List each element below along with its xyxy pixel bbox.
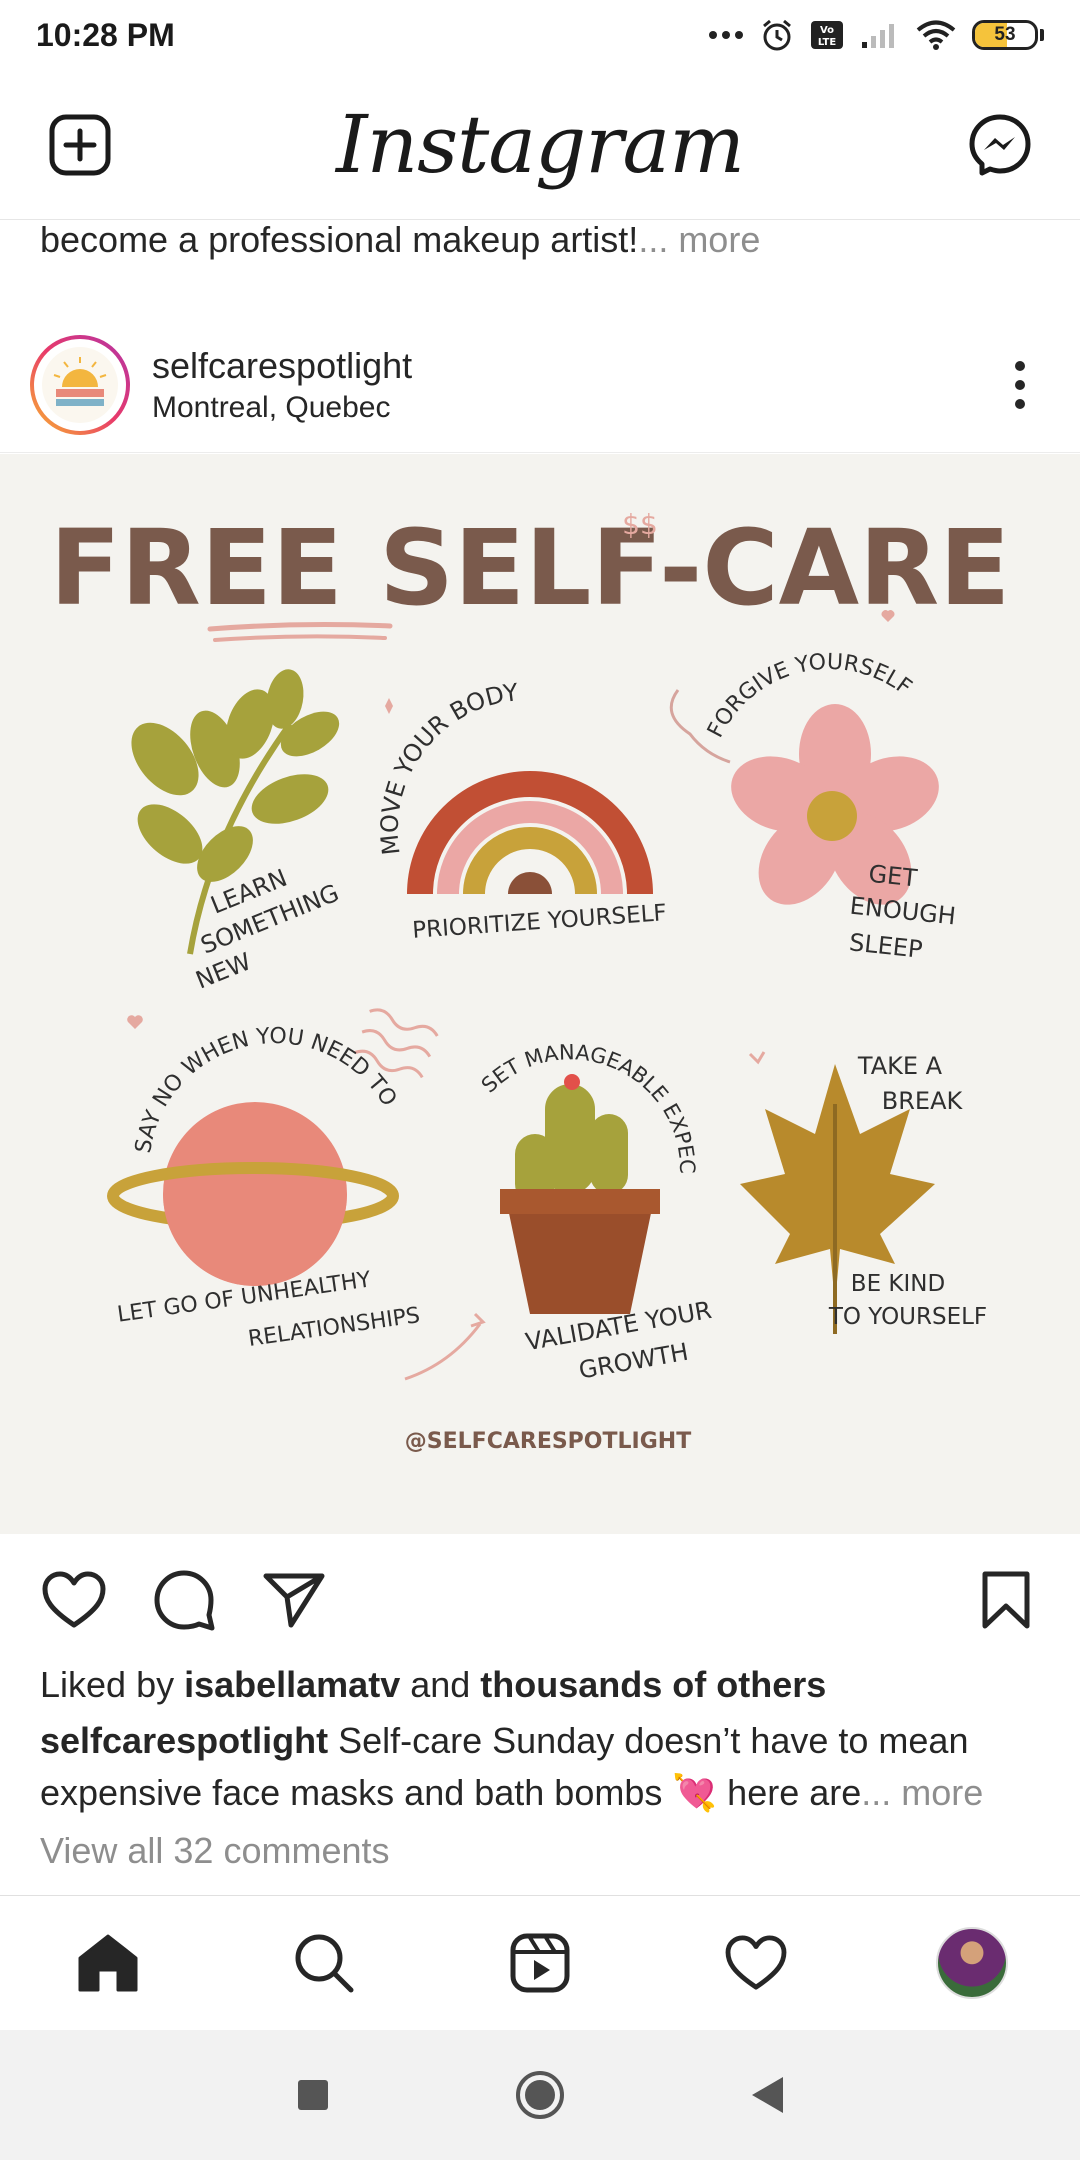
post-actions xyxy=(0,1555,1080,1645)
app-header: Instagram xyxy=(0,70,1080,220)
liked-by-others[interactable]: thousands of others xyxy=(480,1664,826,1705)
previous-caption-text: become a professional makeup artist! xyxy=(40,219,639,260)
image-handle: @SELFCARESPOTLIGHT xyxy=(405,1429,691,1454)
back-button[interactable] xyxy=(727,2055,807,2135)
alarm-icon xyxy=(763,19,791,51)
heart-icon xyxy=(725,1935,787,1990)
kind-label-2: TO YOURSELF xyxy=(828,1304,987,1330)
bottom-navigation xyxy=(0,1895,1080,2030)
comment-icon xyxy=(154,1570,215,1631)
more-dots-icon xyxy=(709,31,743,39)
svg-text:LTE: LTE xyxy=(818,37,837,48)
liked-by-user[interactable]: isabellamatv xyxy=(184,1664,400,1705)
post-caption: selfcarespotlight Self-care Sunday doesn… xyxy=(40,1715,1040,1819)
send-icon xyxy=(263,1573,325,1628)
signal-icon xyxy=(862,24,894,48)
kind-label-1: BE KIND xyxy=(851,1271,945,1297)
reels-icon xyxy=(510,1933,570,1993)
status-bar: 10:28 PM Vo LTE 53 xyxy=(0,0,1080,70)
like-button[interactable] xyxy=(38,1564,110,1636)
home-icon xyxy=(78,1934,138,1992)
post-username[interactable]: selfcarespotlight xyxy=(152,345,990,387)
post-options-button[interactable] xyxy=(990,345,1050,425)
post-header: selfcarespotlight Montreal, Quebec xyxy=(0,318,1080,453)
status-icons: Vo LTE 53 xyxy=(708,18,1044,52)
heart-icon xyxy=(42,1571,106,1628)
system-navigation-bar xyxy=(0,2030,1080,2160)
status-time: 10:28 PM xyxy=(36,16,175,53)
messenger-button[interactable] xyxy=(964,109,1036,181)
messenger-icon xyxy=(969,114,1031,175)
free-self-care-illustration: FREE SELF-CARE $$ LEARN SOMETHING NEW MO… xyxy=(0,454,1080,1534)
recents-button[interactable] xyxy=(273,2055,353,2135)
caption-username[interactable]: selfcarespotlight xyxy=(40,1720,328,1761)
battery-icon: 53 xyxy=(972,20,1044,50)
image-title: FREE SELF-CARE xyxy=(50,507,1011,629)
liked-by-and: and xyxy=(400,1664,481,1705)
battery-level: 53 xyxy=(994,24,1016,45)
square-icon xyxy=(298,2080,329,2110)
circle-icon xyxy=(515,2071,564,2119)
post-location[interactable]: Montreal, Quebec xyxy=(152,391,990,425)
back-triangle-icon xyxy=(751,2077,783,2113)
view-comments-link[interactable]: View all 32 comments xyxy=(40,1830,390,1872)
caption-more-link[interactable]: ... more xyxy=(861,1772,983,1813)
search-icon xyxy=(295,1934,354,1993)
share-button[interactable] xyxy=(258,1564,330,1636)
volte-icon: VoLTE xyxy=(811,21,843,49)
new-post-button[interactable] xyxy=(44,109,116,181)
nav-activity[interactable] xyxy=(711,1918,801,2008)
bookmark-icon xyxy=(982,1571,1030,1629)
liked-by-prefix: Liked by xyxy=(40,1664,185,1705)
svg-text:Vo: Vo xyxy=(820,25,834,36)
home-system-button[interactable] xyxy=(500,2055,580,2135)
post-author-avatar[interactable] xyxy=(30,335,130,435)
dollar-mark: $$ xyxy=(622,508,658,541)
add-post-icon xyxy=(49,114,111,175)
nav-search[interactable] xyxy=(279,1918,369,2008)
profile-avatar xyxy=(936,1927,1008,1999)
instagram-logo[interactable]: Instagram xyxy=(336,98,745,191)
selfcare-logo-icon xyxy=(42,347,118,423)
comment-button[interactable] xyxy=(148,1564,220,1636)
previous-post-caption: become a professional makeup artist!... … xyxy=(40,215,1040,265)
break-label-2: BREAK xyxy=(882,1087,964,1115)
more-vertical-icon xyxy=(1015,361,1025,409)
post-image[interactable]: FREE SELF-CARE $$ LEARN SOMETHING NEW MO… xyxy=(0,454,1080,1534)
wifi-icon xyxy=(916,20,956,50)
nav-reels[interactable] xyxy=(495,1918,585,2008)
likes-text: Liked by isabellamatv and thousands of o… xyxy=(40,1660,1040,1710)
save-button[interactable] xyxy=(970,1564,1042,1636)
previous-caption-more-link[interactable]: ... more xyxy=(638,219,760,260)
nav-home[interactable] xyxy=(63,1918,153,2008)
sleep-label-1: GET xyxy=(867,860,918,893)
nav-profile[interactable] xyxy=(927,1918,1017,2008)
break-label-1: TAKE A xyxy=(857,1052,943,1080)
